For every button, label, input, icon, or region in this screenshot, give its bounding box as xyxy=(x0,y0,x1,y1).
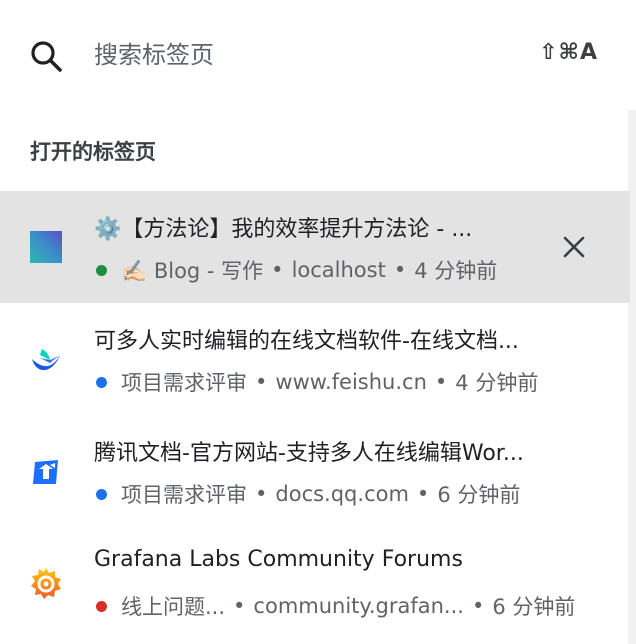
tab-group-name: ✍🏻 Blog - 写作 xyxy=(121,259,264,283)
tab-list: ⚙️【方法论】我的效率提升方法论 - ... ✍🏻 Blog - 写作 • lo… xyxy=(0,191,630,639)
tab-meta: ✍🏻 Blog - 写作 • localhost • 4 分钟前 xyxy=(94,255,604,285)
tab-group-name: 项目需求评审 xyxy=(121,371,247,395)
group-color-dot xyxy=(96,376,107,388)
tencent-docs-icon xyxy=(33,460,58,484)
tab-meta: 项目需求评审 • www.feishu.cn • 4 分钟前 xyxy=(94,367,604,397)
separator: • xyxy=(434,370,448,394)
search-icon xyxy=(31,41,62,72)
tab-item[interactable]: 可多人实时编辑的在线文档软件-在线文档... 项目需求评审 • www.feis… xyxy=(0,303,630,415)
gradient-square-icon xyxy=(30,231,62,263)
tab-domain: www.feishu.cn xyxy=(275,370,427,394)
section-title-open-tabs: 打开的标签页 xyxy=(30,140,156,164)
search-bar: ⇧⌘A xyxy=(0,0,628,110)
keyboard-shortcut: ⇧⌘A xyxy=(539,40,598,65)
separator: • xyxy=(416,482,430,506)
tab-item[interactable]: Grafana Labs Community Forums 线上问题... • … xyxy=(0,527,630,639)
separator: • xyxy=(255,370,268,394)
tab-time: 4 分钟前 xyxy=(455,371,539,395)
group-color-dot xyxy=(96,488,107,500)
separator: • xyxy=(271,258,284,282)
tab-time: 6 分钟前 xyxy=(437,483,521,507)
tab-title: 腾讯文档-官方网站-支持多人在线编辑Wor... xyxy=(94,441,524,466)
tab-meta: 项目需求评审 • docs.qq.com • 6 分钟前 xyxy=(94,479,604,509)
feishu-icon xyxy=(32,349,60,371)
tab-meta: 线上问题... • community.grafan... • 6 分钟前 xyxy=(94,591,604,621)
close-icon xyxy=(563,236,585,258)
tab-time: 4 分钟前 xyxy=(414,259,498,283)
tab-title: ⚙️【方法论】我的效率提升方法论 - ... xyxy=(94,217,473,242)
tab-domain: community.grafan... xyxy=(253,594,464,618)
group-color-dot xyxy=(96,264,107,276)
separator: • xyxy=(255,482,268,506)
search-input[interactable] xyxy=(94,34,494,76)
separator: • xyxy=(393,258,407,282)
tab-item[interactable]: ⚙️【方法论】我的效率提升方法论 - ... ✍🏻 Blog - 写作 • lo… xyxy=(0,191,630,303)
tab-group-name: 线上问题... xyxy=(121,595,226,619)
close-tab-button[interactable] xyxy=(558,231,590,263)
group-color-dot xyxy=(96,600,107,612)
tab-domain: docs.qq.com xyxy=(275,482,409,506)
tab-group-name: 项目需求评审 xyxy=(121,483,247,507)
tab-title: Grafana Labs Community Forums xyxy=(94,547,463,572)
tab-domain: localhost xyxy=(291,258,386,282)
tab-time: 6 分钟前 xyxy=(492,595,576,619)
tab-title: 可多人实时编辑的在线文档软件-在线文档... xyxy=(94,329,519,354)
separator: • xyxy=(233,594,246,618)
grafana-icon xyxy=(31,568,61,599)
separator: • xyxy=(471,594,485,618)
tab-item[interactable]: 腾讯文档-官方网站-支持多人在线编辑Wor... 项目需求评审 • docs.q… xyxy=(0,415,630,527)
